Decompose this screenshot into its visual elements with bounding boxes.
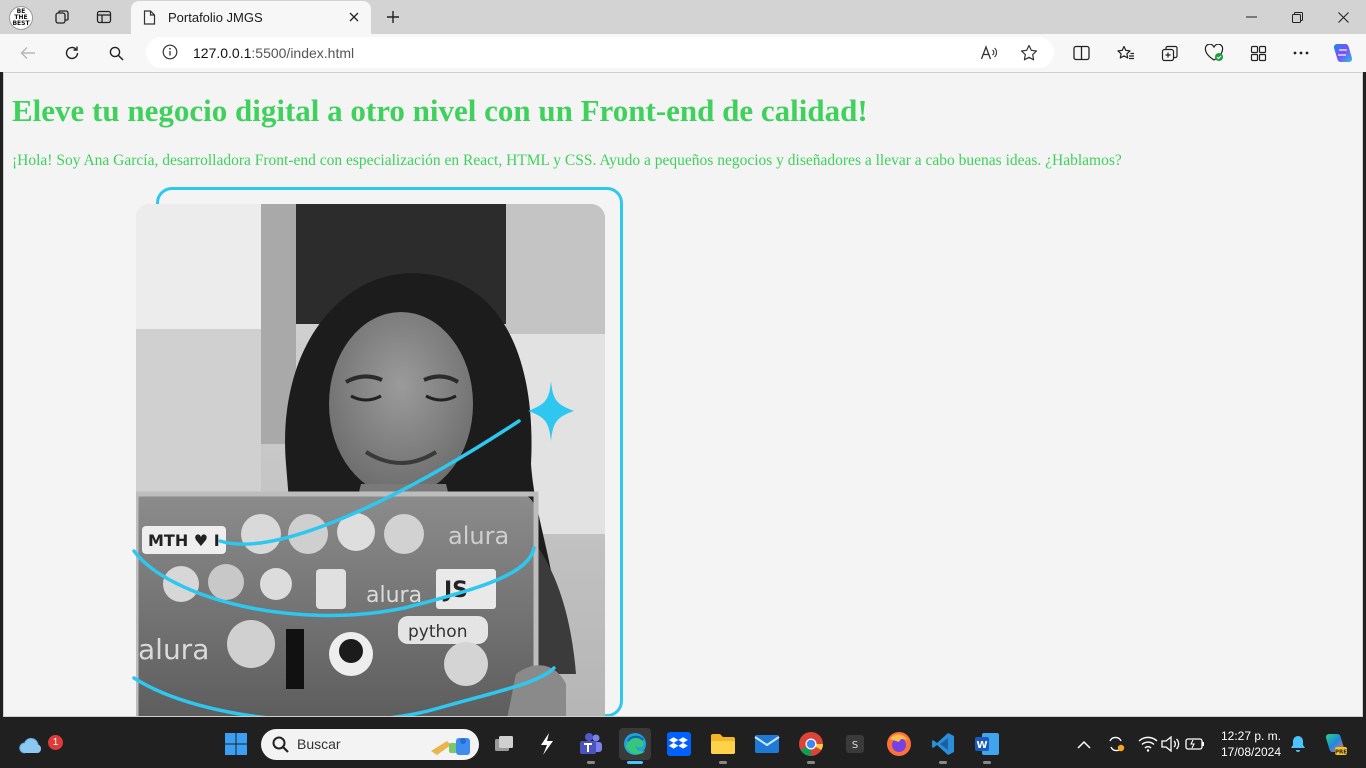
mail-icon[interactable] — [751, 728, 783, 760]
dropbox-icon[interactable] — [663, 728, 695, 760]
more-options-icon[interactable] — [1288, 40, 1314, 66]
running-indicator — [807, 761, 815, 764]
restore-button[interactable] — [1274, 0, 1320, 34]
app-tool-icon[interactable] — [531, 728, 563, 760]
chevron-up-icon[interactable] — [1073, 733, 1095, 755]
favorites-icon[interactable] — [1113, 40, 1139, 66]
sync-icon[interactable] — [1105, 733, 1127, 755]
address-bar[interactable]: 127.0.0.1:5500/index.html — [146, 37, 1054, 68]
refresh-button[interactable] — [58, 39, 86, 67]
extensions-icon[interactable] — [1245, 40, 1271, 66]
running-indicator — [983, 761, 991, 764]
copilot-icon[interactable] — [1330, 40, 1356, 66]
browser-toolbar: 127.0.0.1:5500/index.html — [0, 34, 1366, 72]
search-icon[interactable] — [102, 39, 130, 67]
search-placeholder: Buscar — [297, 736, 341, 752]
svg-text:W: W — [976, 740, 987, 751]
tab-portafolio[interactable]: Portafolio JMGS — [131, 1, 371, 34]
file-explorer-icon[interactable] — [707, 728, 739, 764]
notification-bell-icon[interactable] — [1287, 733, 1309, 755]
battery-icon[interactable] — [1184, 733, 1206, 755]
teams-icon[interactable] — [575, 728, 607, 764]
url-text: 127.0.0.1:5500/index.html — [193, 45, 355, 61]
workspaces-icon[interactable] — [49, 5, 75, 29]
browser-essentials-icon[interactable] — [1201, 40, 1227, 66]
volume-icon[interactable] — [1160, 733, 1182, 755]
running-indicator — [719, 761, 727, 764]
copilot-taskbar-icon[interactable]: PRE — [1322, 733, 1348, 756]
vertical-tabs-icon[interactable] — [91, 5, 117, 29]
svg-text:PRE: PRE — [1335, 750, 1347, 756]
taskbar-search[interactable]: Buscar — [261, 729, 479, 760]
tab-title: Portafolio JMGS — [168, 10, 263, 25]
close-window-button[interactable] — [1320, 0, 1366, 34]
read-aloud-icon[interactable] — [978, 43, 1000, 63]
close-tab-icon[interactable] — [345, 8, 363, 26]
collections-icon[interactable] — [1157, 40, 1183, 66]
app-s-icon[interactable]: S — [839, 728, 871, 760]
sparkle-icon — [528, 381, 574, 441]
search-highlight-icon — [429, 733, 473, 762]
minimize-button[interactable] — [1228, 0, 1274, 34]
running-indicator — [939, 761, 947, 764]
notification-badge: 1 — [48, 735, 63, 750]
favorite-star-icon[interactable] — [1018, 43, 1040, 63]
page-viewport[interactable]: Eleve tu negocio digital a otro nivel co… — [3, 72, 1363, 717]
search-icon — [272, 736, 289, 758]
svg-text:S: S — [852, 740, 858, 751]
decorative-orbit-lines — [132, 381, 574, 716]
vscode-icon[interactable] — [927, 728, 959, 764]
clock[interactable]: 12:27 p. m. 17/08/2024 — [1216, 728, 1286, 760]
word-icon[interactable]: W — [971, 728, 1003, 764]
clock-date: 17/08/2024 — [1220, 745, 1282, 759]
firefox-icon[interactable] — [883, 728, 915, 760]
chrome-icon[interactable] — [795, 728, 827, 764]
split-screen-icon[interactable] — [1068, 40, 1094, 66]
wifi-icon[interactable] — [1137, 733, 1159, 755]
weather-widget[interactable]: 1 — [16, 728, 63, 760]
new-tab-button[interactable] — [381, 5, 405, 29]
hero-subtitle: ¡Hola! Soy Ana García, desarrolladora Fr… — [12, 152, 1122, 169]
profile-avatar[interactable]: BE THE BEST — [9, 6, 33, 30]
edge-browser-icon[interactable] — [619, 728, 651, 764]
page-icon — [143, 10, 156, 30]
active-indicator — [627, 761, 643, 764]
taskbar: 1 Buscar S W 12:27 p. m. 17/08/2024 PRE — [0, 720, 1366, 768]
site-info-icon[interactable] — [162, 44, 178, 65]
clock-time: 12:27 p. m. — [1220, 729, 1282, 743]
task-view-icon[interactable] — [488, 728, 520, 760]
hero-title: Eleve tu negocio digital a otro nivel co… — [12, 93, 868, 128]
start-button[interactable] — [220, 728, 252, 760]
back-button[interactable] — [14, 39, 42, 67]
running-indicator — [587, 761, 595, 764]
title-bar: BE THE BEST Portafolio JMGS — [0, 0, 1366, 34]
